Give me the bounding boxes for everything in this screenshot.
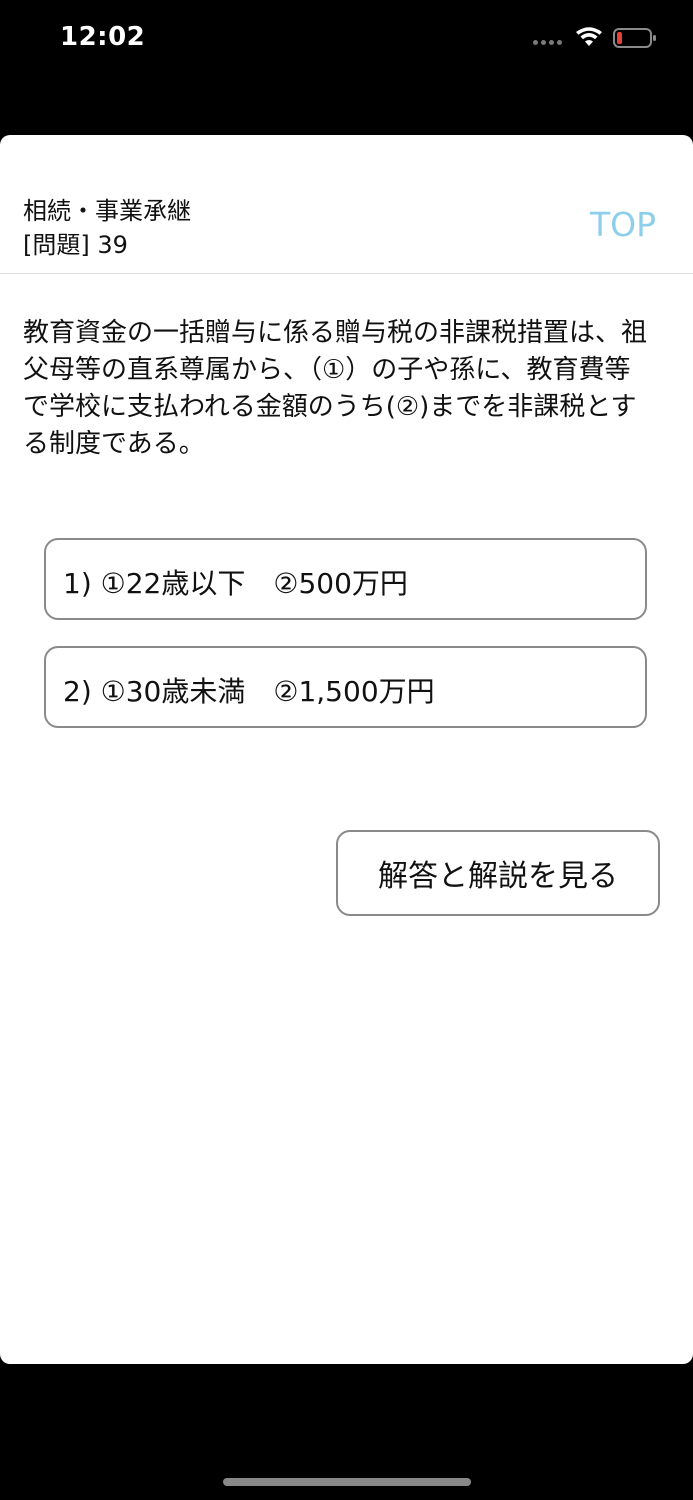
top-link[interactable]: TOP: [590, 205, 656, 244]
question-header: 相続・事業承継 [問題] 39 TOP: [0, 135, 693, 274]
question-text: 教育資金の一括贈与に係る贈与税の非課税措置は、祖父母等の直系尊属から、（①）の子…: [23, 318, 648, 459]
choice-2-label: 2) ①30歳未満 ②1,500万円: [63, 675, 435, 708]
category-label: 相続・事業承継: [23, 197, 191, 225]
question-number: [問題] 39: [23, 231, 128, 259]
wifi-icon: [576, 27, 602, 46]
show-answer-button[interactable]: 解答と解説を見る: [336, 830, 660, 916]
show-answer-label: 解答と解説を見る: [378, 859, 618, 894]
choice-1-button[interactable]: 1) ①22歳以下 ②500万円: [44, 538, 647, 620]
status-bar: 12:02: [0, 0, 693, 80]
battery-icon: [613, 28, 656, 48]
cellular-signal-icon: [533, 40, 562, 45]
choice-1-label: 1) ①22歳以下 ②500万円: [63, 567, 408, 600]
choice-2-button[interactable]: 2) ①30歳未満 ②1,500万円: [44, 646, 647, 728]
home-indicator[interactable]: [223, 1478, 471, 1486]
status-time: 12:02: [60, 22, 146, 52]
question-sheet: 相続・事業承継 [問題] 39 TOP 教育資金の一括贈与に係る贈与税の非課税措…: [0, 135, 693, 1364]
